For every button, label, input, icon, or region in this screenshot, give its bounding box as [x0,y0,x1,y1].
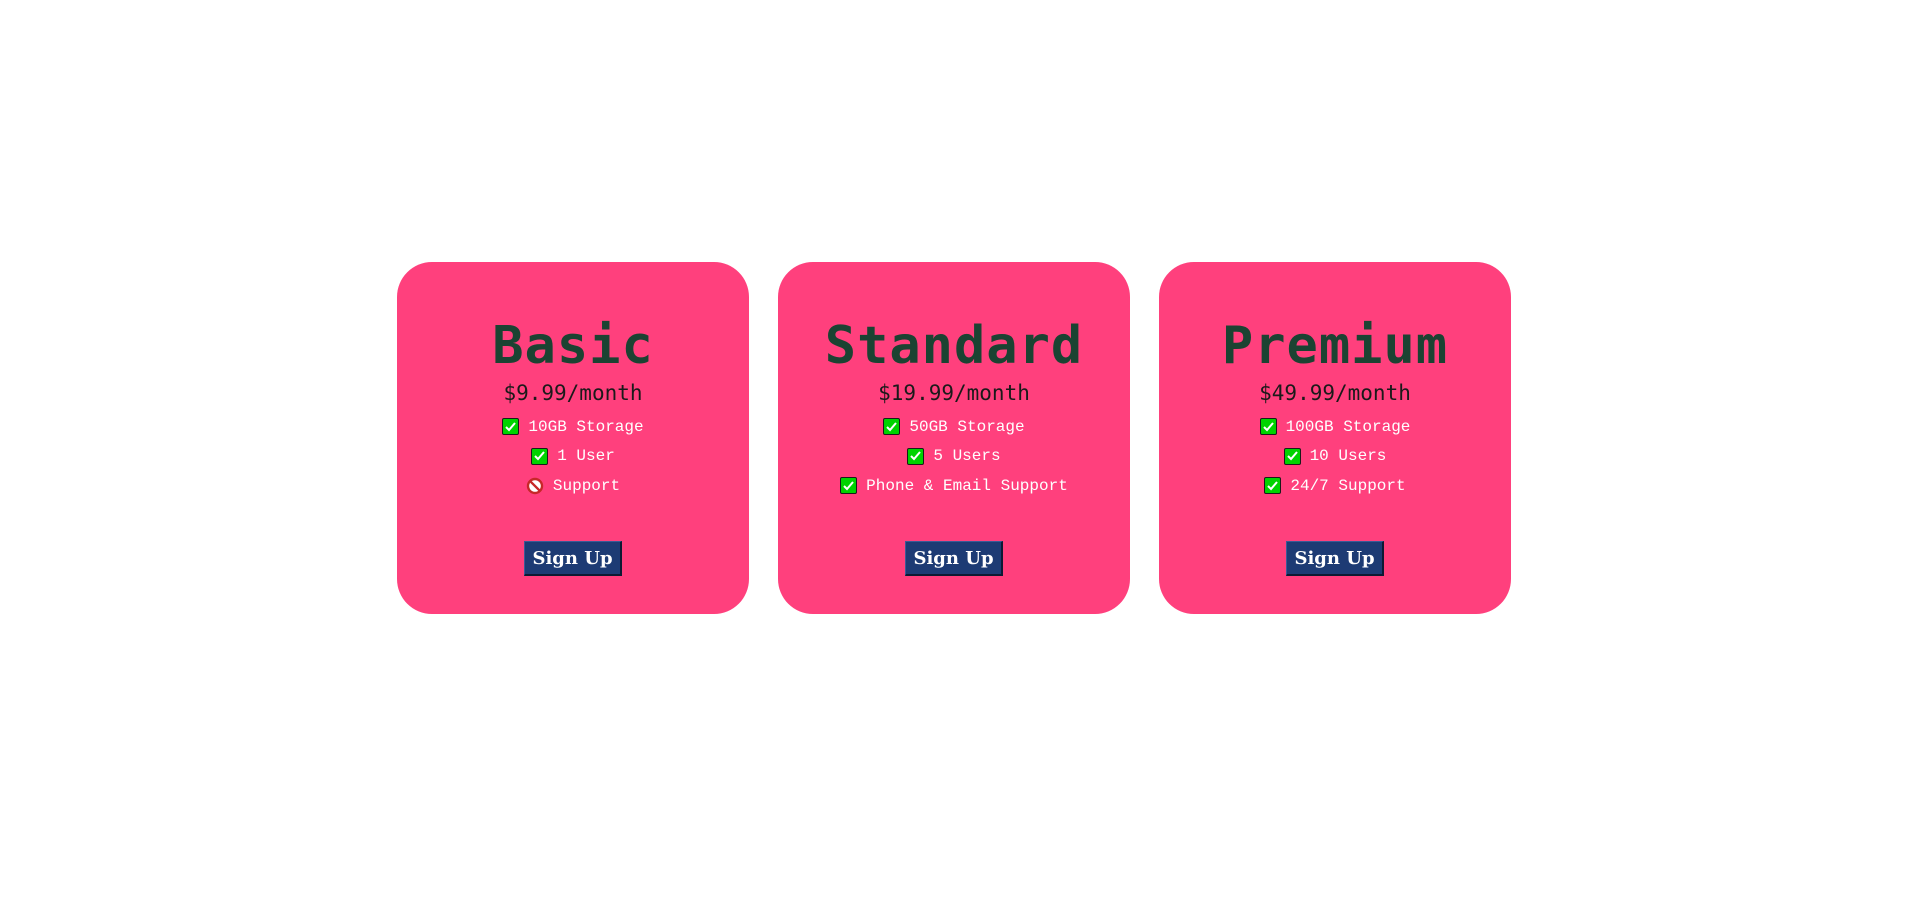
feature-text: 10 Users [1309,447,1387,466]
sign-up-button-premium[interactable]: Sign Up [1286,541,1384,576]
feature-text: Support [552,476,621,495]
plan-name: Basic [492,316,654,376]
feature-list: 50GB Storage 5 Users Phone & Email Suppo… [840,412,1068,501]
feature-list: 100GB Storage 10 Users 24/7 Support [1259,412,1411,501]
list-item: 5 Users [907,442,1001,472]
feature-text: Phone & Email Support [866,476,1068,495]
feature-text: 10GB Storage [528,417,644,436]
plan-price: $19.99/month [878,381,1030,405]
feature-text: 5 Users [933,447,1001,466]
feature-text: 24/7 Support [1290,476,1406,495]
feature-text: 100GB Storage [1285,417,1411,436]
check-icon [907,447,925,465]
plan-card-standard: Standard $19.99/month 50GB Storage 5 Use… [778,262,1130,614]
check-icon [840,477,858,495]
feature-text: 1 User [557,447,615,466]
list-item: 24/7 Support [1264,471,1406,501]
list-item: 10 Users [1283,442,1387,472]
check-icon [883,418,901,436]
list-item: 1 User [531,442,615,472]
plan-card-premium: Premium $49.99/month 100GB Storage 10 Us… [1159,262,1511,614]
sign-up-button-standard[interactable]: Sign Up [905,541,1003,576]
list-item: 100GB Storage [1259,412,1411,442]
plan-price: $49.99/month [1259,381,1411,405]
list-item: 10GB Storage [502,412,644,442]
check-icon [1264,477,1282,495]
sign-up-button-basic[interactable]: Sign Up [524,541,622,576]
check-icon [502,418,520,436]
plan-card-basic: Basic $9.99/month 10GB Storage 1 User Su… [397,262,749,614]
check-icon [1283,447,1301,465]
plan-price: $9.99/month [503,381,643,405]
list-item: Phone & Email Support [840,471,1068,501]
feature-list: 10GB Storage 1 User Support [502,412,644,501]
check-icon [531,447,549,465]
plan-name: Premium [1221,316,1449,376]
list-item: 50GB Storage [883,412,1025,442]
feature-text: 50GB Storage [909,417,1025,436]
check-icon [1259,418,1277,436]
pricing-cards: Basic $9.99/month 10GB Storage 1 User Su… [397,262,1511,614]
prohibited-icon [526,477,544,495]
plan-name: Standard [824,316,1084,376]
list-item: Support [526,471,620,501]
